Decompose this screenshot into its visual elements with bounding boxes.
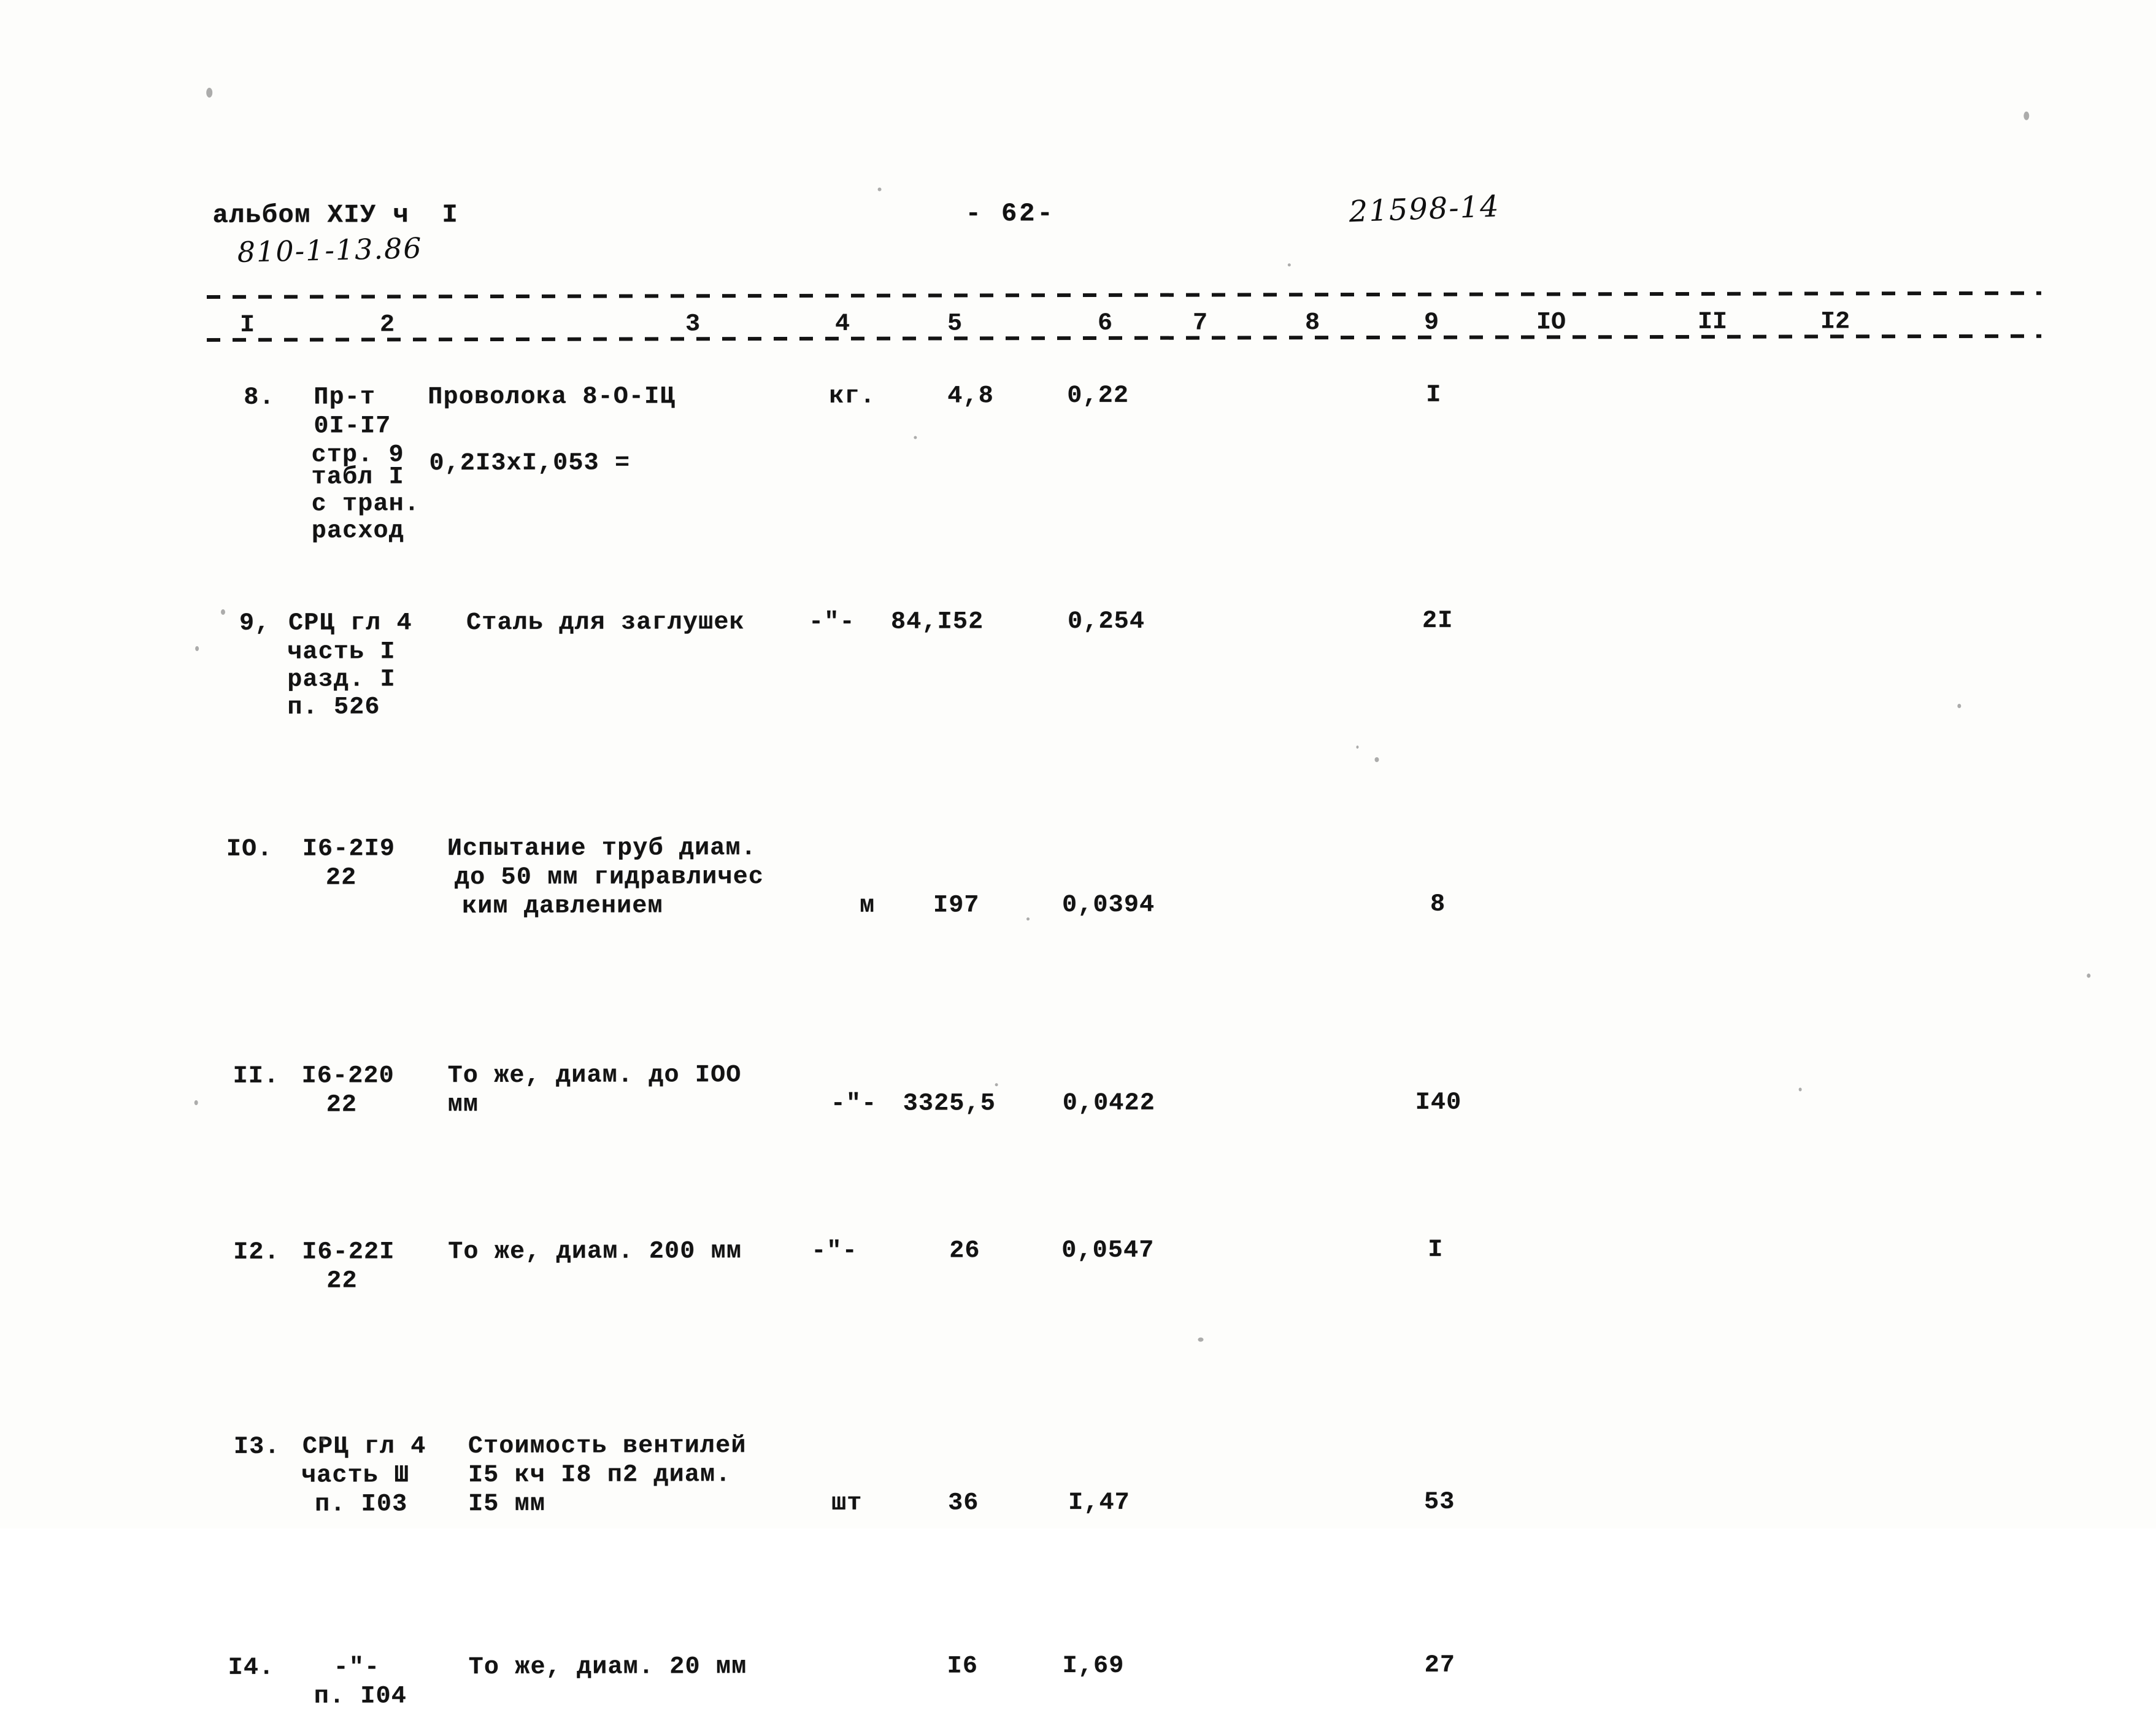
column-number-1: I — [239, 311, 255, 339]
column-number-4: 4 — [834, 310, 850, 338]
row-index: I2. — [233, 1238, 280, 1267]
column-number-6: 6 — [1097, 309, 1113, 337]
row-description-extra: 0,2I3xI,053 = — [429, 449, 631, 478]
row-unit: кг. — [829, 382, 876, 411]
table-body: 8. Пр-т 0I-I7 стр. 9 табл I с тран. расх… — [0, 366, 2156, 1711]
row-description-line-1: То же, диам. 200 мм — [448, 1238, 742, 1267]
table-row: I4. -"- п. I04 То же, диам. 20 мм I6 I,6… — [1, 998, 2156, 1711]
row-description-line-2: мм — [447, 1091, 479, 1119]
row-code-line-1: Пр-т — [314, 384, 376, 412]
doc-number-handwritten: 21598-14 — [1348, 189, 1501, 229]
row-price: 0,0422 — [1062, 1089, 1155, 1118]
column-number-2: 2 — [379, 311, 395, 339]
table-row: 8. Пр-т 0I-I7 стр. 9 табл I с тран. расх… — [0, 366, 2156, 546]
table-top-rule — [206, 291, 2041, 299]
row-quantity: 26 — [949, 1237, 980, 1265]
row-total: I40 — [1415, 1089, 1462, 1117]
row-unit: шт — [831, 1489, 863, 1517]
row-total: I — [1426, 381, 1442, 409]
page-header: альбом XIУ ч I 810-1-13.86 - 62- 21598-1… — [0, 182, 2155, 278]
row-description: Проволока 8-О-IЦ — [428, 383, 676, 412]
row-index: I3. — [233, 1433, 280, 1461]
album-code-handwritten: 810-1-13.86 — [237, 231, 423, 269]
row-code-line-1: СРЦ гл 4 — [302, 1433, 426, 1461]
row-price: 0,22 — [1067, 382, 1130, 411]
album-line: альбом XIУ ч I — [212, 200, 459, 230]
row-price: I,47 — [1068, 1489, 1130, 1517]
row-code-line-2: п. I04 — [314, 1683, 407, 1711]
row-code-line-2: часть Ш — [301, 1462, 410, 1490]
row-description-line-1: То же, диам. 20 мм — [468, 1653, 747, 1682]
row-description-line-2: I5 кч I8 п2 диам. — [468, 1461, 731, 1490]
row-description-line-3: I5 мм — [468, 1490, 546, 1519]
column-number-10: IO — [1536, 309, 1566, 337]
row-unit: -"- — [811, 1237, 858, 1265]
row-index: 8. — [244, 384, 275, 412]
page-skew-wrapper: альбом XIУ ч I 810-1-13.86 - 62- 21598-1… — [0, 0, 2156, 1711]
row-description-line-1: Стоимость вентилей — [468, 1432, 747, 1461]
row-index: I4. — [228, 1654, 275, 1682]
row-price: I,69 — [1062, 1652, 1125, 1681]
row-code-line-2: 0I-I7 — [314, 412, 391, 441]
row-quantity: 3325,5 — [903, 1090, 996, 1118]
table-row: I2. I6-22I 22 То же, диам. 200 мм -"- 26… — [1, 808, 2156, 1295]
row-code-line-4: табл I — [311, 463, 404, 492]
table-row: I3. СРЦ гл 4 часть Ш п. I03 Стоимость ве… — [1, 900, 2156, 1518]
row-code-line-2: 22 — [326, 1091, 358, 1119]
row-quantity: 4,8 — [947, 382, 994, 411]
row-total: I — [1428, 1236, 1444, 1264]
column-number-5: 5 — [947, 310, 963, 338]
column-number-7: 7 — [1192, 309, 1208, 337]
row-unit: -"- — [830, 1090, 877, 1118]
column-number-3: 3 — [685, 310, 701, 339]
row-code-line-2: 22 — [326, 1267, 358, 1295]
scanned-page: альбом XIУ ч I 810-1-13.86 - 62- 21598-1… — [0, 0, 2156, 1711]
column-number-8: 8 — [1304, 309, 1320, 337]
row-quantity: I6 — [947, 1652, 979, 1681]
row-code-line-3: п. I03 — [314, 1490, 408, 1519]
table-row: 9, СРЦ гл 4 часть I разд. I п. 526 Сталь… — [0, 507, 2156, 722]
row-quantity: 36 — [947, 1489, 979, 1517]
row-code-line-1: -"- — [333, 1654, 380, 1682]
row-code-line-1: I6-22I — [302, 1238, 395, 1267]
row-price: 0,0547 — [1061, 1236, 1155, 1265]
column-number-12: I2 — [1820, 308, 1850, 336]
column-number-9: 9 — [1423, 309, 1439, 337]
table-row: II. I6-220 22 То же, диам. до IOO мм -"-… — [0, 722, 2156, 1119]
scan-artifacts — [0, 0, 2155, 1442]
table-row: IO. I6-2I9 22 Испытание труб диам. до 50… — [0, 623, 2156, 920]
row-total: 27 — [1424, 1651, 1456, 1679]
page-number: - 62- — [965, 199, 1055, 229]
column-number-11: II — [1697, 308, 1728, 336]
row-total: 53 — [1423, 1488, 1455, 1516]
